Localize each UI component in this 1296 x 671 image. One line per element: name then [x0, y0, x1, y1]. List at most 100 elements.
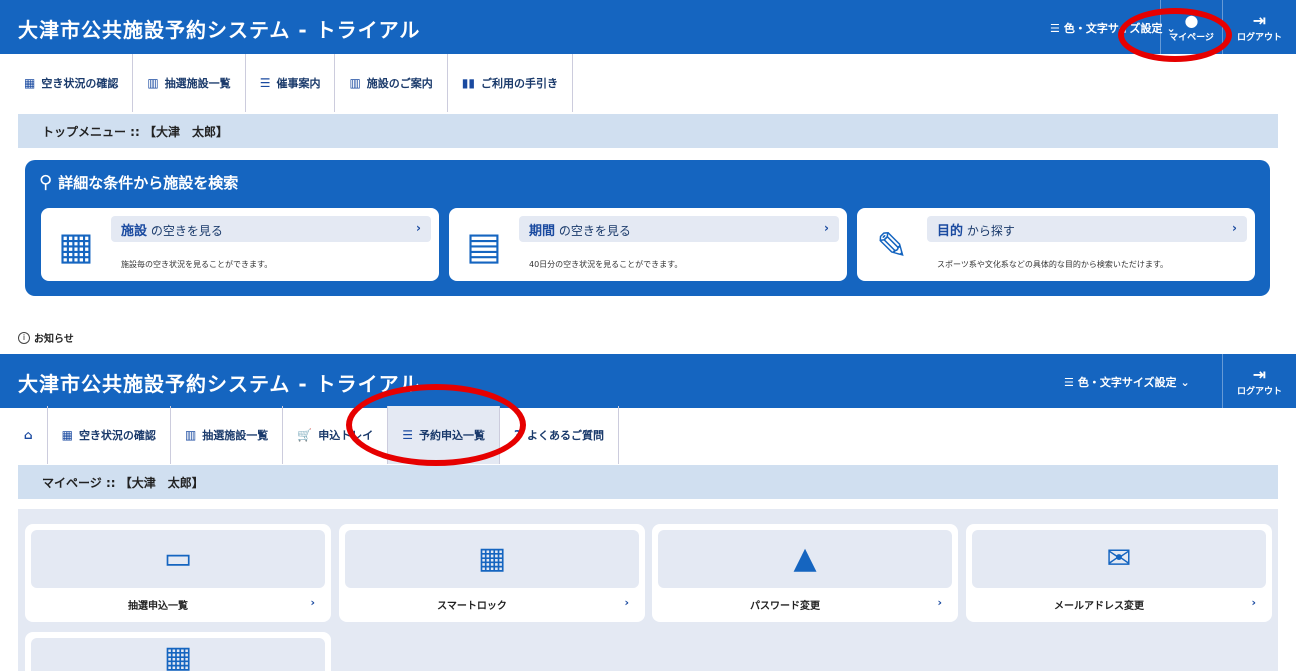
card-title: 期間 の空きを見る	[529, 220, 631, 239]
nav-user-guide[interactable]: ▮▮ ご利用の手引き	[448, 54, 574, 112]
smart-lock-card[interactable]: ▦ スマートロック ›	[339, 524, 645, 622]
nav-label: よくあるご質問	[526, 429, 604, 442]
mypage-button[interactable]: ● マイページ	[1160, 0, 1222, 54]
nav-events[interactable]: ☰ 催事案内	[246, 54, 336, 112]
display-settings-button[interactable]: ☰ 色・文字サイズ設定 ⌄	[1064, 374, 1190, 390]
nav-label: 予約申込一覧	[419, 429, 485, 442]
notice-label: お知らせ	[34, 334, 74, 345]
building-info-icon: ▥	[349, 76, 361, 90]
card-title-strong: 目的	[937, 224, 964, 239]
breadcrumb: トップメニュー :: 【大津 太郎】	[18, 114, 1278, 148]
card-description: 40日分の空き状況を見ることができます。	[529, 260, 683, 269]
email-change-card[interactable]: ✉ メールアドレス変更 ›	[966, 524, 1272, 622]
mypage-label: マイページ	[1169, 32, 1214, 43]
home-icon: ⌂	[24, 428, 33, 442]
card-description: スポーツ系や文化系などの具体的な目的から検索いただけます。	[937, 260, 1169, 269]
nav-cart[interactable]: 🛒 申込トレイ	[283, 406, 389, 464]
chevron-right-icon: ›	[824, 221, 829, 235]
facility-card-partial[interactable]: ▦	[25, 632, 331, 671]
logout-button[interactable]: ⇥ ログアウト	[1222, 0, 1296, 54]
nav-facility-guide[interactable]: ▥ 施設のご案内	[335, 54, 448, 112]
nav-availability[interactable]: ▦ 空き状況の確認	[10, 54, 134, 112]
card-label: パスワード変更	[750, 601, 820, 612]
top-nav: ▦ 空き状況の確認 ▥ 抽選施設一覧 ☰ 催事案内 ▥ 施設のご案内 ▮▮ ご利用の手引き	[0, 54, 1296, 112]
nav-label: 施設のご案内	[366, 77, 433, 90]
search-by-purpose-card[interactable]: ✎ 目的 から探す › スポーツ系や文化系などの具体的な目的から検索いただけます…	[857, 208, 1255, 281]
nav-home[interactable]: ⌂	[10, 406, 48, 464]
nav-label: ご利用の手引き	[481, 77, 559, 90]
card-title-strong: 施設	[121, 224, 148, 239]
question-icon: ?	[514, 428, 521, 442]
card-description: 施設毎の空き状況を見ることができます。	[121, 260, 273, 269]
chevron-right-icon: ›	[624, 596, 629, 609]
calendar-icon: ▦	[61, 428, 73, 442]
building-icon: ▦	[31, 638, 325, 671]
app-title: 大津市公共施設予約システム - トライアル	[18, 372, 421, 396]
chevron-down-icon: ⌄	[1180, 375, 1190, 389]
card-label: メールアドレス変更	[1054, 601, 1144, 612]
breadcrumb: マイページ :: 【大津 太郎】	[18, 465, 1278, 499]
card-label: スマートロック	[437, 601, 507, 612]
nav-lottery-facilities[interactable]: ▥ 抽選施設一覧	[133, 54, 246, 112]
card-title-rest: の空きを見る	[147, 224, 223, 238]
logout-label: ログアウト	[1236, 32, 1282, 43]
display-settings-label: 色・文字サイズ設定	[1063, 22, 1163, 35]
search-panel: ⚲ 詳細な条件から施設を検索 ▦ 施設 の空きを見る › 施設毎の空き状況を見る…	[25, 160, 1270, 296]
search-icon: ⚲	[39, 172, 53, 193]
calendar-icon: ▭	[31, 530, 325, 588]
chevron-right-icon: ›	[310, 596, 315, 609]
search-by-period-card[interactable]: ▤ 期間 の空きを見る › 40日分の空き状況を見ることができます。	[449, 208, 847, 281]
logout-button[interactable]: ⇥ ログアウト	[1222, 354, 1296, 408]
logout-icon: ⇥	[1252, 364, 1267, 384]
card-title-rest: の空きを見る	[555, 224, 631, 238]
mypage-header: 大津市公共施設予約システム - トライアル ☰ 色・文字サイズ設定 ⌄ ⇥ ログ…	[0, 354, 1296, 408]
card-title: 目的 から探す	[937, 220, 1015, 239]
chevron-right-icon: ›	[1232, 221, 1237, 235]
search-by-facility-card[interactable]: ▦ 施設 の空きを見る › 施設毎の空き状況を見ることができます。	[41, 208, 439, 281]
display-settings-button[interactable]: ☰ 色・文字サイズ設定 ⌄	[1050, 20, 1176, 36]
top-header: 大津市公共施設予約システム - トライアル ☰ 色・文字サイズ設定 ⌄ ● マイ…	[0, 0, 1296, 54]
building-lock-icon: ▦	[345, 530, 639, 588]
card-title-strong: 期間	[529, 224, 556, 239]
nav-label: 抽選施設一覧	[202, 429, 269, 442]
card-label: 抽選申込一覧	[128, 601, 188, 612]
nav-label: 空き状況の確認	[41, 77, 119, 90]
building-icon: ▦	[58, 224, 94, 268]
edit-icon: ✎	[876, 224, 908, 268]
chevron-right-icon: ›	[416, 221, 421, 235]
mypage-nav: ⌂ ▦ 空き状況の確認 ▥ 抽選施設一覧 🛒 申込トレイ ☰ 予約申込一覧 ? よくあるご…	[0, 406, 1296, 464]
nav-label: 申込トレイ	[318, 429, 374, 442]
building-icon: ▥	[184, 428, 197, 442]
calendar-icon: ▦	[24, 76, 36, 90]
app-title: 大津市公共施設予約システム - トライアル	[18, 18, 421, 42]
nav-label: 抽選施設一覧	[164, 77, 231, 90]
chevron-right-icon: ›	[937, 596, 942, 609]
book-icon: ▮▮	[461, 76, 476, 90]
nav-faq[interactable]: ? よくあるご質問	[500, 406, 619, 464]
mail-icon: ✉	[972, 530, 1266, 588]
logout-label: ログアウト	[1236, 386, 1282, 397]
display-settings-label: 色・文字サイズ設定	[1077, 376, 1177, 389]
password-change-card[interactable]: ▲ パスワード変更 ›	[652, 524, 958, 622]
card-title-rest: から探す	[963, 224, 1015, 238]
nav-lottery-facilities[interactable]: ▥ 抽選施設一覧	[171, 406, 284, 464]
nav-label: 空き状況の確認	[78, 429, 156, 442]
nav-label: 催事案内	[276, 77, 321, 90]
search-panel-title: ⚲ 詳細な条件から施設を検索	[39, 172, 238, 193]
building-icon: ▥	[147, 76, 159, 90]
nav-reservation-list[interactable]: ☰ 予約申込一覧	[388, 406, 500, 464]
list-icon: ☰	[259, 76, 271, 90]
notice-link[interactable]: i お知らせ	[18, 330, 74, 345]
logout-icon: ⇥	[1252, 10, 1267, 30]
sliders-icon: ☰	[1064, 375, 1074, 389]
cart-icon: 🛒	[297, 428, 313, 442]
nav-availability[interactable]: ▦ 空き状況の確認	[48, 406, 171, 464]
lock-icon: ▲	[658, 530, 952, 588]
lottery-application-list-card[interactable]: ▭ 抽選申込一覧 ›	[25, 524, 331, 622]
sliders-icon: ☰	[1050, 21, 1060, 35]
user-icon: ●	[1184, 10, 1199, 30]
info-icon: i	[18, 331, 30, 344]
calendar-icon: ▤	[466, 224, 502, 268]
card-title: 施設 の空きを見る	[121, 220, 223, 239]
list-icon: ☰	[402, 428, 413, 442]
